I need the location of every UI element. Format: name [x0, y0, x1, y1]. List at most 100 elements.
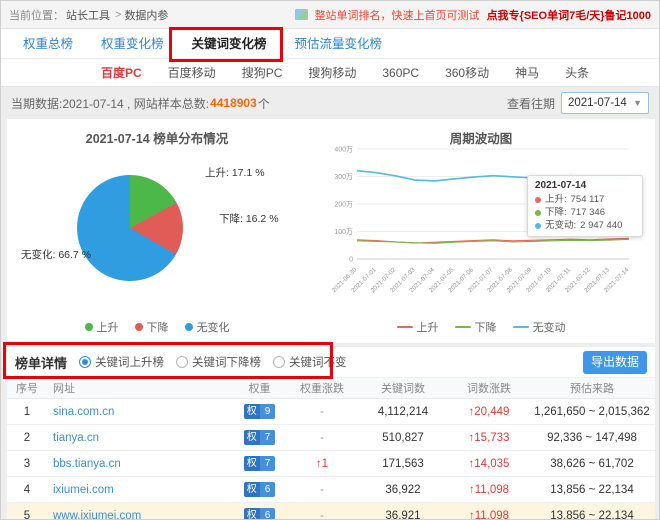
pie-legend-label: 下降 — [147, 319, 169, 335]
cell-index: 5 — [7, 510, 47, 520]
badge-glyph: 权 — [244, 404, 260, 419]
weight-badge[interactable]: 权6 — [244, 482, 276, 497]
cell-index: 1 — [7, 406, 47, 418]
cell-weight-change: - — [287, 406, 357, 418]
radio-label: 关键词不变 — [289, 354, 347, 370]
cell-weight: 权6 — [232, 482, 287, 497]
tooltip-value: 754 117 — [571, 193, 605, 206]
subtab-360-mobile[interactable]: 360移动 — [445, 64, 489, 81]
table-header-row: 序号 网址 权重 权重涨跌 关键词数 词数涨跌 预估来路 — [7, 377, 655, 399]
subtab-baidu-mobile[interactable]: 百度移动 — [168, 64, 216, 81]
tooltip-dot-up — [535, 197, 541, 203]
cell-url: www.ixiumei.com — [47, 510, 232, 520]
detail-title: 榜单详情 — [15, 353, 67, 372]
export-data-button[interactable]: 导出数据 — [583, 351, 647, 374]
header-ads: 整站单词排名，快速上首页可测试 点我专{SEO单词7毛/天}鲁记1000 — [295, 7, 651, 23]
table-row: 1 sina.com.cn 权9 - 4,112,214 ↑20,449 1,2… — [7, 399, 655, 425]
line-legend-item-up[interactable]: 上升 — [397, 319, 439, 335]
cell-weight-change: - — [287, 432, 357, 444]
pie-legend-item-up[interactable]: 上升 — [85, 319, 119, 335]
line-legend-mark — [397, 326, 413, 328]
tooltip-row-down: 下降:717 346 — [535, 206, 635, 219]
radio-keyword-same[interactable]: 关键词不变 — [273, 354, 347, 370]
breadcrumb-link-tools[interactable]: 站长工具 — [66, 7, 110, 23]
chart-tooltip: 2021-07-14 上升: 754 117 下降:717 346 无变动:2 9… — [527, 175, 643, 237]
subtab-baidu-pc[interactable]: 百度PC — [101, 64, 142, 81]
tooltip-row-nochange: 无变动:2 947 440 — [535, 219, 635, 232]
pie-legend-item-down[interactable]: 下降 — [135, 319, 169, 335]
svg-text:100万: 100万 — [334, 228, 353, 236]
cell-url: bbs.tianya.cn — [47, 458, 232, 470]
site-link[interactable]: bbs.tianya.cn — [53, 458, 121, 470]
cell-traffic: 38,626 ~ 61,702 — [529, 458, 655, 470]
cell-keywords-change: ↑15,733 — [449, 432, 529, 444]
badge-glyph: 权 — [244, 482, 260, 497]
site-link[interactable]: sina.com.cn — [53, 406, 114, 418]
header-weight: 权重 — [232, 380, 287, 396]
breadcrumb-bar: 当前位置： 站长工具 > 数据内参 整站单词排名，快速上首页可测试 点我专{SE… — [1, 1, 659, 29]
cell-weight: 权7 — [232, 456, 287, 471]
cell-keywords: 171,563 — [357, 458, 449, 470]
subtab-toutiao[interactable]: 头条 — [565, 64, 589, 81]
radio-icon — [273, 356, 285, 368]
history-group: 查看往期 2021-07-14 ▼ — [507, 92, 649, 114]
pie-legend-label: 上升 — [97, 319, 119, 335]
ad-image-icon — [295, 9, 308, 20]
weight-badge[interactable]: 权9 — [244, 404, 276, 419]
line-legend-item-nochange[interactable]: 无变动 — [513, 319, 566, 335]
radio-keyword-up[interactable]: 关键词上升榜 — [79, 354, 164, 370]
radio-icon — [79, 356, 91, 368]
ad-link-1[interactable]: 整站单词排名，快速上首页可测试 — [315, 7, 480, 23]
line-legend-label: 上升 — [417, 319, 439, 335]
ad-link-2[interactable]: 点我专{SEO单词7毛/天}鲁记1000 — [487, 7, 651, 23]
sample-total-count: 4418903 — [210, 96, 257, 110]
radio-keyword-down[interactable]: 关键词下降榜 — [176, 354, 261, 370]
cell-keywords: 510,827 — [357, 432, 449, 444]
line-legend-mark — [455, 326, 471, 328]
weight-badge[interactable]: 权6 — [244, 508, 276, 520]
site-link[interactable]: tianya.cn — [53, 432, 99, 444]
weight-badge[interactable]: 权7 — [244, 456, 276, 471]
weight-change-value: - — [320, 432, 324, 444]
current-data-text: 当期数据:2021-07-14 , 网站样本总数: — [11, 95, 209, 112]
tab-traffic-change[interactable]: 预估流量变化榜 — [281, 29, 397, 59]
tooltip-label: 无变动: — [545, 219, 576, 232]
header-index: 序号 — [7, 380, 47, 396]
sample-count-unit: 个 — [258, 95, 270, 112]
tooltip-label: 上升: — [545, 193, 567, 206]
site-link[interactable]: ixiumei.com — [53, 484, 114, 496]
weight-badge[interactable]: 权7 — [244, 430, 276, 445]
badge-number: 9 — [260, 404, 276, 419]
subtab-sogou-mobile[interactable]: 搜狗移动 — [308, 64, 356, 81]
badge-number: 6 — [260, 508, 276, 520]
pie-label-up: 上升: 17.1 % — [205, 165, 265, 180]
line-chart-section: 周期波动图 0100万200万300万400万2021-06-302021-07… — [307, 119, 655, 343]
header-url: 网址 — [47, 380, 232, 396]
tab-keyword-change[interactable]: 关键词变化榜 — [178, 29, 281, 59]
cell-traffic: 13,856 ~ 22,134 — [529, 510, 655, 520]
cell-url: sina.com.cn — [47, 406, 232, 418]
svg-text:400万: 400万 — [334, 146, 353, 154]
pie-legend: 上升 下降 无变化 — [7, 319, 307, 335]
page: 当前位置： 站长工具 > 数据内参 整站单词排名，快速上首页可测试 点我专{SE… — [0, 0, 660, 520]
pie-chart-title: 2021-07-14 榜单分布情况 — [7, 128, 307, 147]
weight-change-value: ↑1 — [316, 458, 328, 470]
line-legend-item-down[interactable]: 下降 — [455, 319, 497, 335]
cell-weight-change: ↑1 — [287, 458, 357, 470]
site-link[interactable]: www.ixiumei.com — [53, 510, 141, 520]
tab-weight-change[interactable]: 权重变化榜 — [87, 29, 178, 59]
subtab-shenma[interactable]: 神马 — [515, 64, 539, 81]
svg-text:200万: 200万 — [334, 201, 353, 209]
header-weight-change: 权重涨跌 — [287, 380, 357, 396]
cell-keywords-change: ↑20,449 — [449, 406, 529, 418]
tooltip-date: 2021-07-14 — [535, 180, 635, 191]
history-date-select[interactable]: 2021-07-14 ▼ — [561, 92, 649, 114]
tab-weight-total[interactable]: 权重总榜 — [9, 29, 87, 59]
pie-legend-label: 无变化 — [197, 319, 230, 335]
tooltip-dot-nochange — [535, 223, 541, 229]
header-keywords: 关键词数 — [357, 380, 449, 396]
subtab-360-pc[interactable]: 360PC — [382, 66, 419, 80]
subtab-sogou-pc[interactable]: 搜狗PC — [242, 64, 283, 81]
pie-chart-section: 2021-07-14 榜单分布情况 上升: 17.1 % 下降: 16.2 % … — [7, 119, 307, 343]
pie-legend-item-nochange[interactable]: 无变化 — [185, 319, 230, 335]
